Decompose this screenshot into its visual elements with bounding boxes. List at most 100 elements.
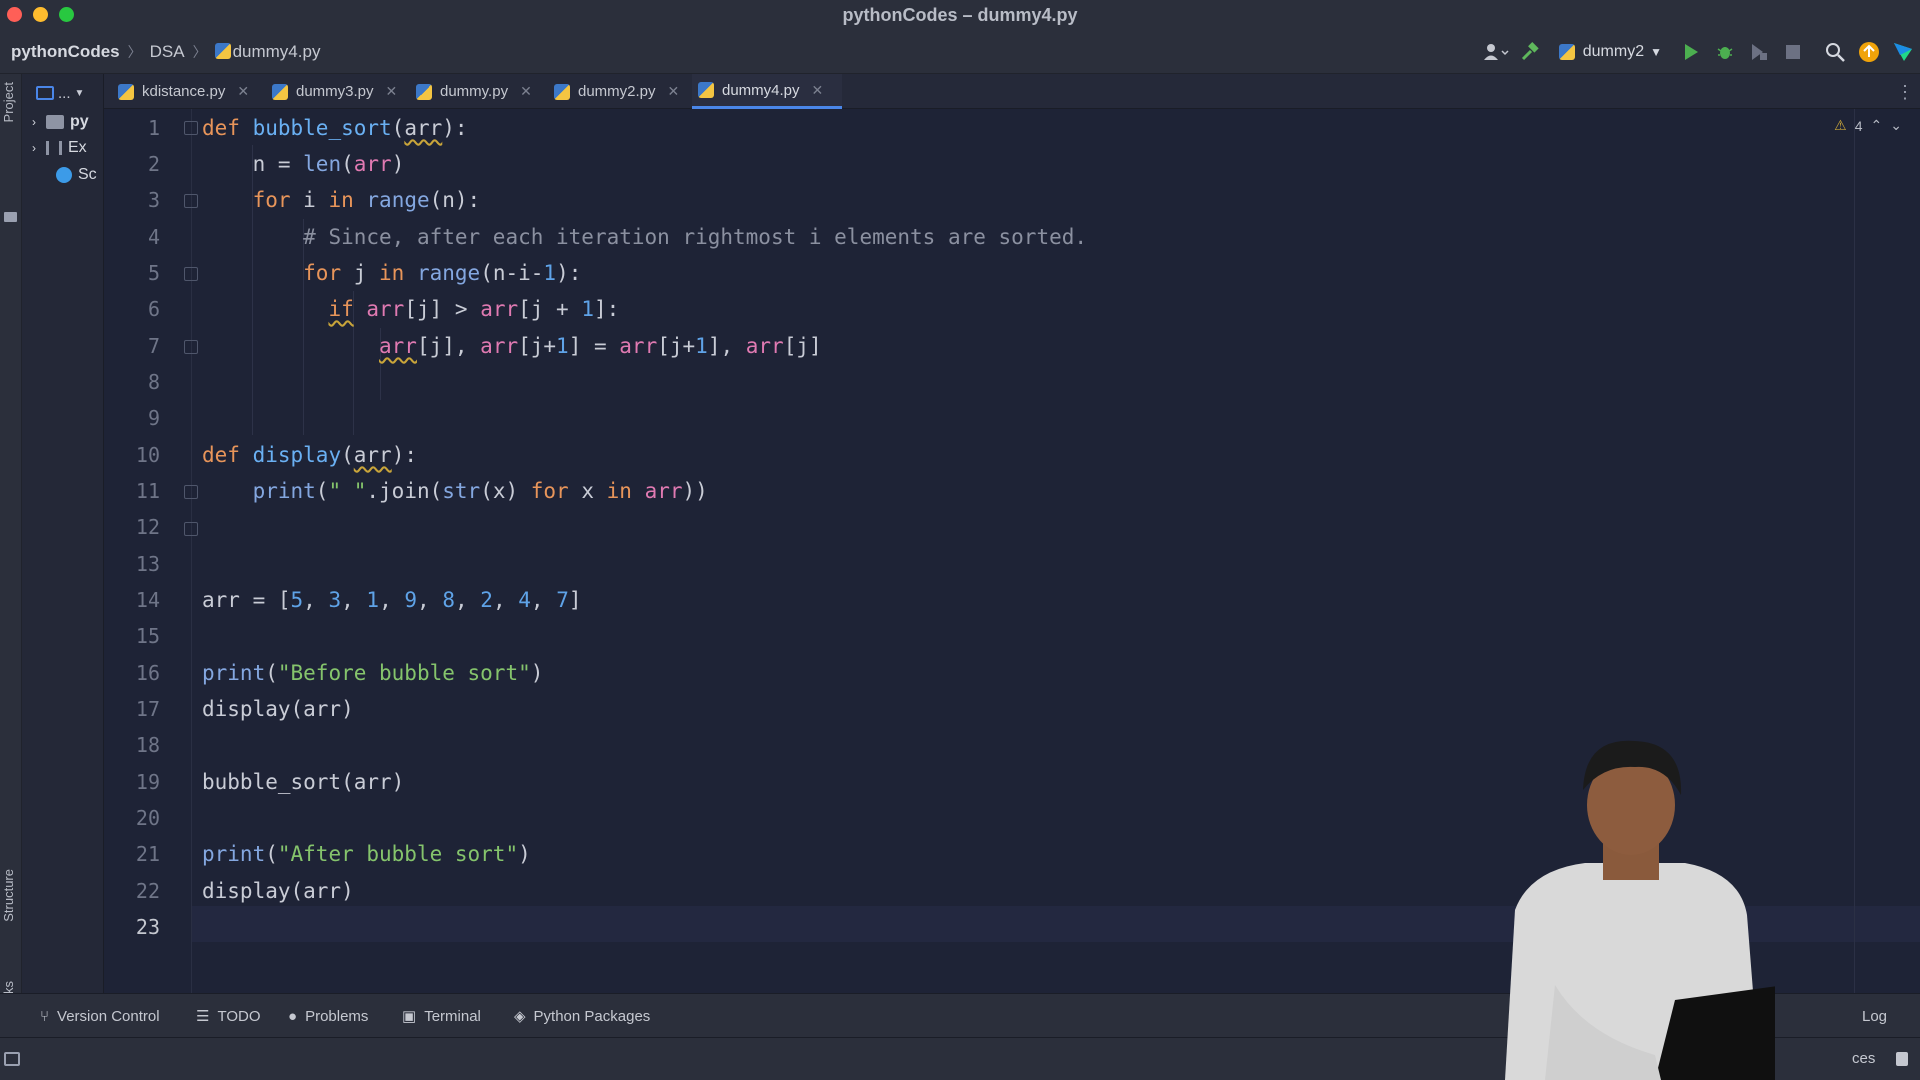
project-tool-window-button[interactable]: Project	[1, 82, 16, 122]
close-icon[interactable]: ✕	[520, 83, 532, 100]
line-number: 22	[135, 879, 160, 903]
line-number-gutter: 1 2 3 4 5 6 7 8 9 10 11 12 13 14 15 16 1…	[104, 109, 192, 993]
line-number: 21	[135, 842, 160, 866]
tab-label: dummy.py	[440, 83, 509, 100]
close-icon[interactable]: ✕	[237, 83, 249, 100]
warning-icon: ⚠	[1834, 117, 1847, 133]
chevron-right-icon: 〉	[127, 44, 142, 60]
stop-icon[interactable]	[1776, 38, 1810, 66]
close-icon[interactable]: ✕	[386, 83, 398, 100]
tree-item-label: Ex	[68, 139, 87, 156]
run-configuration-selector[interactable]: dummy2 ▼	[1547, 38, 1674, 66]
breadcrumb: pythonCodes 〉 DSA 〉 dummy4.py	[11, 42, 320, 62]
problems-button[interactable]: ● Problems	[288, 994, 368, 1038]
chevron-right-icon: ›	[32, 141, 36, 155]
editor-tab-bar: kdistance.py ✕ dummy3.py ✕ dummy.py ✕ du…	[104, 74, 1920, 109]
tab-label: dummy3.py	[296, 83, 374, 100]
python-packages-button[interactable]: ◈ Python Packages	[514, 994, 650, 1038]
tree-item[interactable]: Sc	[56, 163, 97, 187]
line-number: 20	[135, 806, 160, 830]
python-packages-label: Python Packages	[533, 1007, 651, 1025]
tab-kdistance[interactable]: kdistance.py ✕	[112, 74, 255, 109]
code-line: arr[j], arr[j+1] = arr[j+1], arr[j]	[379, 334, 822, 358]
chevron-up-icon[interactable]: ⌃	[1871, 117, 1883, 134]
version-control-button[interactable]: ⑂ Version Control	[40, 994, 160, 1038]
code-line: arr = [5, 3, 1, 9, 8, 2, 4, 7]	[202, 588, 582, 612]
tab-label: kdistance.py	[142, 83, 226, 100]
project-view-selector[interactable]: ... ▼	[36, 82, 98, 104]
line-number: 17	[135, 697, 160, 721]
close-icon[interactable]: ✕	[812, 82, 824, 99]
update-icon[interactable]	[1852, 38, 1886, 66]
fold-marker-icon[interactable]	[184, 522, 198, 536]
tree-item[interactable]: › Ex	[32, 136, 87, 160]
breadcrumb-file-label: dummy4.py	[232, 42, 321, 61]
search-icon[interactable]	[1818, 38, 1852, 66]
toggle-tool-windows-icon[interactable]	[4, 1052, 20, 1066]
code-line: print(" ".join(str(x) for x in arr))	[252, 479, 708, 503]
left-tool-strip: Project Structure Bookmarks	[0, 74, 22, 1057]
tab-dummy3[interactable]: dummy3.py ✕	[266, 74, 403, 109]
tree-item-label: py	[70, 113, 89, 130]
breadcrumb-folder[interactable]: DSA	[150, 42, 185, 62]
more-tabs-icon[interactable]: ⋮	[1896, 82, 1914, 103]
terminal-button[interactable]: ▣ Terminal	[402, 994, 481, 1038]
branch-icon: ⑂	[40, 1007, 50, 1025]
event-log-button[interactable]: Log	[1862, 994, 1887, 1038]
python-file-icon	[272, 83, 288, 100]
fold-marker-icon[interactable]	[184, 267, 198, 281]
tree-item[interactable]: › py	[32, 110, 89, 134]
scratches-icon	[56, 167, 72, 183]
line-number: 1	[147, 116, 160, 140]
code-line: bubble_sort(arr)	[202, 770, 405, 794]
code-line: n = len(arr)	[202, 152, 405, 176]
line-number: 3	[147, 188, 160, 212]
line-number: 11	[135, 479, 160, 503]
close-icon[interactable]: ✕	[668, 83, 680, 100]
line-number: 4	[147, 225, 160, 249]
build-hammer-icon[interactable]	[1513, 38, 1547, 66]
fold-marker-icon[interactable]	[184, 121, 198, 135]
line-number: 12	[135, 515, 160, 539]
folder-icon	[4, 212, 17, 222]
terminal-icon: ▣	[402, 1008, 417, 1025]
chevron-right-icon: ›	[32, 115, 36, 129]
user-account-icon[interactable]	[1479, 38, 1513, 66]
services-button[interactable]: ces	[1852, 1050, 1875, 1067]
jetbrains-logo-icon[interactable]	[1886, 38, 1920, 66]
version-control-label: Version Control	[57, 1007, 160, 1025]
code-content[interactable]: def bubble_sort(arr): n = len(arr) for i…	[202, 109, 1087, 903]
fold-marker-icon[interactable]	[184, 485, 198, 499]
todo-button[interactable]: ☰ TODO	[196, 994, 261, 1038]
structure-tool-window-button[interactable]: Structure	[1, 869, 16, 922]
window-icon	[36, 86, 54, 100]
debug-bug-icon[interactable]	[1708, 38, 1742, 66]
fold-marker-icon[interactable]	[184, 194, 198, 208]
layers-icon: ◈	[514, 1008, 526, 1025]
breadcrumb-file[interactable]: dummy4.py	[214, 42, 321, 62]
structure-label: Structure	[1, 869, 16, 922]
run-icon[interactable]	[1674, 38, 1708, 66]
breadcrumb-project[interactable]: pythonCodes	[11, 42, 120, 62]
tab-dummy[interactable]: dummy.py ✕	[410, 74, 538, 109]
terminal-label: Terminal	[424, 1007, 481, 1025]
line-number: 6	[147, 297, 160, 321]
tab-dummy4[interactable]: dummy4.py ✕	[692, 74, 842, 109]
info-icon: ●	[288, 1007, 298, 1025]
navigation-bar: pythonCodes 〉 DSA 〉 dummy4.py dummy2 ▼	[0, 30, 1920, 74]
problems-label: Problems	[305, 1007, 369, 1025]
chevron-down-icon[interactable]: ⌄	[1890, 117, 1902, 134]
fold-marker-icon[interactable]	[184, 340, 198, 354]
tab-dummy2[interactable]: dummy2.py ✕	[548, 74, 685, 109]
inspection-widget[interactable]: ⚠ 4 ⌃ ⌄	[1834, 117, 1902, 134]
code-line: display(arr)	[202, 879, 354, 903]
window-title: pythonCodes – dummy4.py	[842, 5, 1078, 25]
code-line: print("Before bubble sort")	[202, 661, 544, 685]
coverage-icon[interactable]	[1742, 38, 1776, 66]
line-number: 19	[135, 770, 160, 794]
line-number: 13	[135, 552, 160, 576]
line-number: 10	[135, 443, 160, 467]
list-icon: ☰	[196, 1008, 210, 1025]
code-line: # Since, after each iteration rightmost …	[303, 225, 1088, 249]
lock-icon[interactable]	[1896, 1052, 1908, 1066]
